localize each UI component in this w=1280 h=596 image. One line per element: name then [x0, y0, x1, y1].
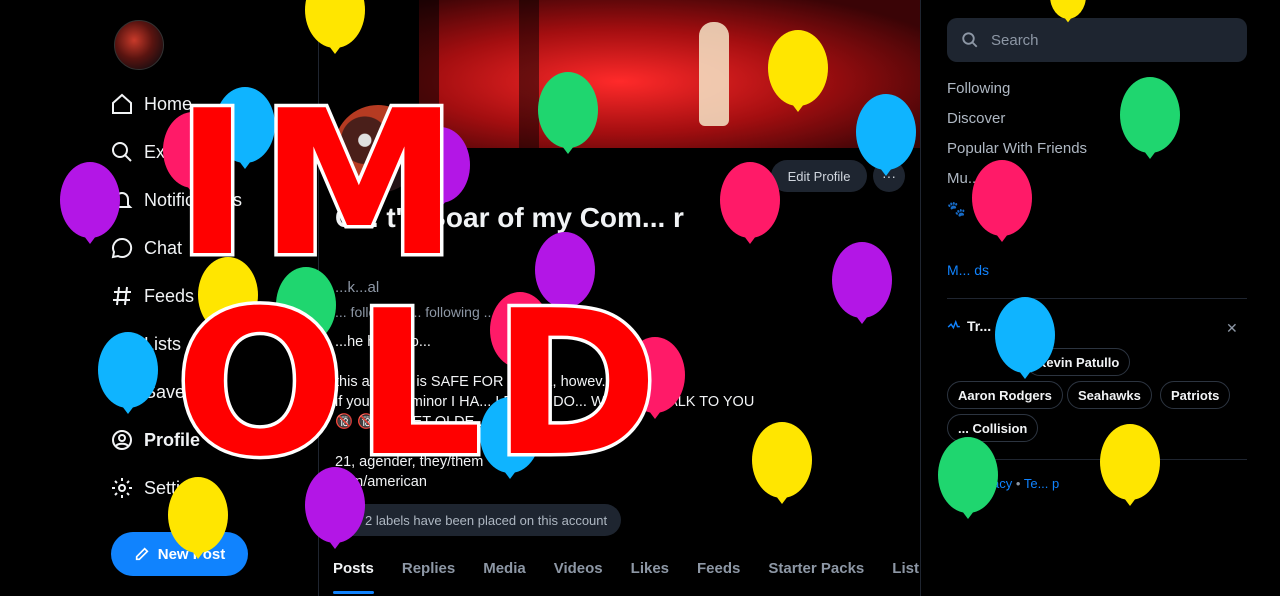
nav-saved-label: Saved [144, 381, 196, 402]
feed-link-discover[interactable]: Discover [947, 110, 1005, 127]
nav-chat-label: Chat [144, 237, 183, 258]
labels-notice[interactable]: 2 labels have been placed on this accoun… [335, 504, 622, 536]
hash-icon [113, 286, 131, 306]
nav-feeds[interactable]: Feeds [110, 278, 194, 314]
more-feeds-link[interactable]: M... ds [947, 262, 989, 278]
tab-likes[interactable]: Likes [617, 548, 683, 596]
search-input[interactable] [989, 30, 1233, 50]
trending-chip[interactable]: Seahawks [1067, 381, 1152, 409]
trending-header: Tr... [947, 318, 991, 334]
profile-handle: ...k...al [335, 279, 380, 296]
search-icon [112, 142, 132, 162]
nav-feeds-label: Feeds [144, 285, 195, 306]
list-icon [113, 337, 131, 351]
nav-home[interactable]: Home [110, 86, 192, 122]
footer-link[interactable]: ... [947, 476, 961, 491]
divider [947, 459, 1247, 460]
profile-bio: ...he hyeon o... this account is SAFE FO… [335, 334, 755, 490]
feed-link-following[interactable]: Following [947, 80, 1010, 97]
nav-settings[interactable]: Settings [110, 470, 209, 506]
tab-starter-packs[interactable]: Starter Packs [754, 548, 878, 596]
trending-chip[interactable]: Aaron Rodgers [947, 381, 1063, 409]
trending-chip[interactable]: Kevin Patullo [1026, 348, 1131, 376]
edit-profile-button[interactable]: Edit Profile [771, 160, 867, 192]
nav-lists-label: Lists [144, 333, 182, 354]
nav-lists[interactable]: Lists [110, 326, 181, 362]
profile-tabs: Posts Replies Media Videos Likes Feeds S… [319, 548, 920, 596]
left-sidebar: Home Explore Notifications Chat Feeds Li… [0, 0, 318, 596]
divider [947, 298, 1247, 299]
profile-stats: ... followers ... following ... posts [335, 304, 533, 320]
nav-notifications-label: Notifications [144, 189, 243, 210]
chat-icon [111, 237, 133, 259]
profile-banner [419, 0, 920, 148]
feed-link-popular[interactable]: Popular With Friends [947, 140, 1087, 157]
display-name: C... t's Boar of my Com... r [335, 202, 684, 233]
footer-link-terms[interactable]: Te... p [1024, 476, 1059, 491]
feed-link-mutuals[interactable]: Mu... [947, 170, 980, 187]
profile-icon [112, 430, 132, 450]
new-post-button[interactable]: New Post [111, 532, 248, 576]
footer-link-privacy[interactable]: Privacy [970, 476, 1013, 491]
nav-settings-label: Settings [144, 477, 210, 498]
tab-media[interactable]: Media [469, 548, 540, 596]
user-avatar[interactable] [114, 20, 164, 70]
gear-icon [112, 478, 132, 498]
bookmark-icon [115, 382, 129, 403]
trending-title: Tr... [967, 318, 992, 334]
nav-explore[interactable]: Explore [110, 134, 205, 170]
search-box[interactable] [947, 18, 1247, 62]
tab-posts[interactable]: Posts [319, 548, 388, 596]
banner-figure [699, 22, 729, 126]
feed-link-paw[interactable]: 🐾 [947, 200, 966, 218]
tab-lists[interactable]: List [878, 548, 920, 596]
nav-profile[interactable]: Profile [110, 422, 200, 458]
tab-feeds[interactable]: Feeds [683, 548, 754, 596]
tab-videos[interactable]: Videos [540, 548, 617, 596]
close-icon[interactable]: ✕ [1226, 320, 1238, 337]
home-icon [112, 93, 132, 114]
nav-explore-label: Explore [144, 141, 206, 162]
footer-links: ... • Privacy • Te... p [947, 476, 1060, 491]
bell-icon [111, 192, 133, 208]
nav-saved[interactable]: Saved [110, 374, 195, 410]
nav-profile-label: Profile [144, 429, 201, 450]
new-post-label: New Post [157, 545, 226, 563]
nav-notifications[interactable]: Notifications [110, 182, 242, 218]
search-icon [962, 32, 978, 48]
nav-home-label: Home [144, 93, 193, 114]
tab-replies[interactable]: Replies [388, 548, 469, 596]
edit-icon [135, 547, 149, 561]
trending-icon [947, 319, 960, 330]
right-sidebar: Following Discover Popular With Friends … [946, 0, 1247, 596]
more-options-button[interactable]: ··· [873, 160, 905, 192]
trending-chip[interactable]: Patriots [1160, 381, 1231, 409]
profile-avatar[interactable] [331, 102, 425, 196]
profile-column: Edit Profile ··· C... t's Boar of my Com… [318, 0, 921, 596]
nav-chat[interactable]: Chat [110, 230, 182, 266]
trending-chip[interactable]: ... Collision [947, 414, 1039, 442]
labels-notice-text: 2 labels have been placed on this accoun… [365, 512, 608, 528]
